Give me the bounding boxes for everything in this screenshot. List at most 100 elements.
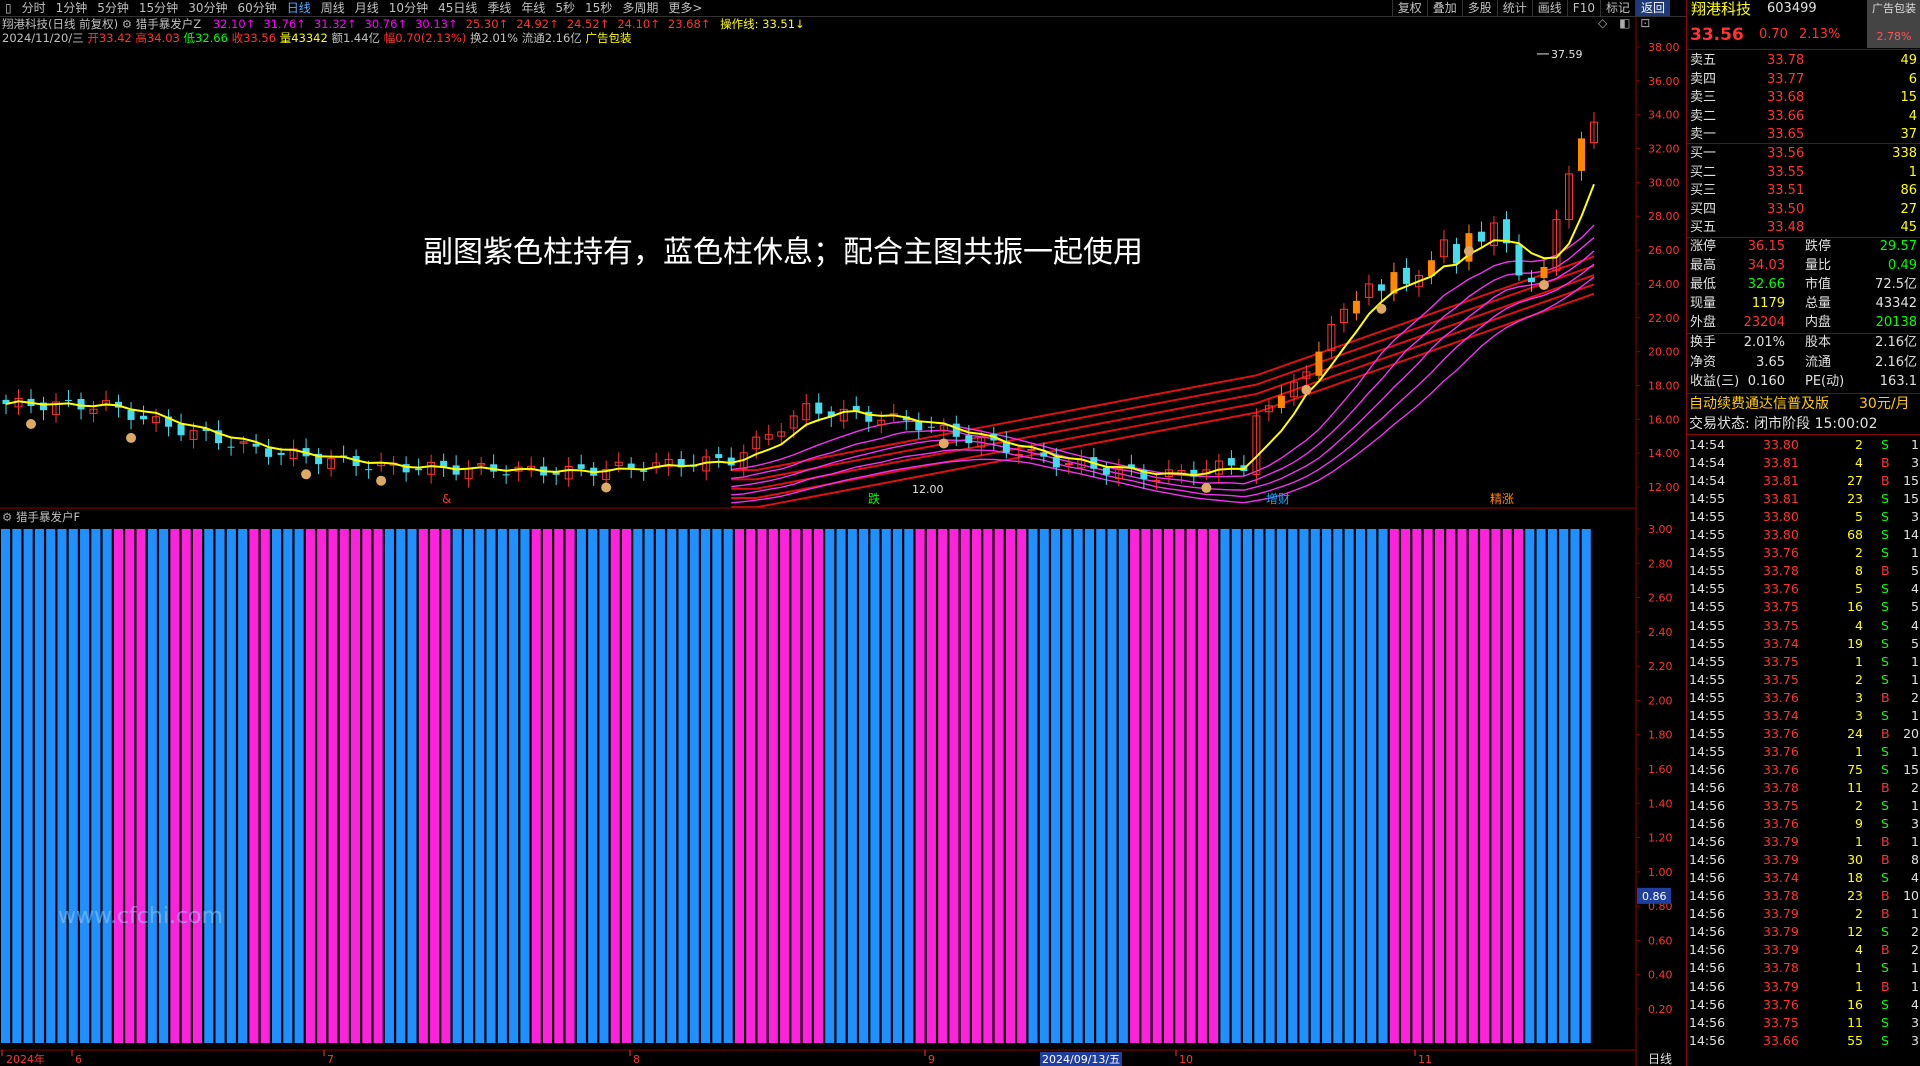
trade-time: 14:55: [1689, 743, 1726, 759]
candle-body: [1527, 277, 1535, 283]
signal-marker: [26, 419, 37, 430]
signal-bar: [113, 529, 123, 1043]
signal-bar: [904, 529, 914, 1043]
signal-bar: [1073, 529, 1083, 1043]
time-tick-label: 11: [1418, 1053, 1432, 1066]
candle-body: [1540, 267, 1548, 279]
signal-bar: [757, 529, 767, 1043]
candle-body: [1502, 219, 1510, 244]
stat-value: 43342: [1875, 296, 1917, 311]
trade-count: 8: [1911, 852, 1919, 868]
signal-bar: [926, 529, 936, 1043]
trade-time: 14:55: [1689, 527, 1726, 543]
trade-count: 1: [1911, 960, 1919, 976]
y-tick-label: 36.00: [1648, 75, 1680, 88]
stat-row: 收益(三) 0.160 PE(动) 163.1: [1687, 373, 1920, 391]
trade-volume: 1: [1855, 653, 1863, 669]
sub-indicator-name[interactable]: 猎手暴发户F: [16, 510, 80, 524]
y-tick-label: 32.00: [1648, 143, 1680, 156]
trade-time: 14:55: [1689, 725, 1726, 741]
trade-count: 15: [1903, 761, 1919, 777]
trade-side: S: [1881, 671, 1889, 687]
bid-row[interactable]: 买五 33.48 45: [1687, 219, 1920, 237]
ask-row[interactable]: 卖一 33.65 37: [1687, 126, 1920, 144]
signal-bar: [1220, 529, 1230, 1043]
trade-price: 33.80: [1763, 527, 1799, 543]
signal-bar: [780, 529, 790, 1043]
signal-marker: [601, 482, 612, 493]
signal-bar: [1299, 529, 1309, 1043]
book-label: 买二: [1690, 164, 1717, 180]
ask-row[interactable]: 卖三 33.68 15: [1687, 89, 1920, 107]
promo-price: 30元/月: [1859, 396, 1910, 412]
ask-row[interactable]: 卖四 33.77 6: [1687, 71, 1920, 89]
book-volume: 27: [1900, 201, 1917, 217]
signal-bar: [80, 529, 90, 1043]
trade-side: S: [1881, 545, 1889, 561]
trade-row: 14:55 33.80 5 S 3: [1687, 508, 1920, 526]
trade-price: 33.80: [1763, 509, 1799, 525]
trade-side: S: [1881, 599, 1889, 615]
trade-side: S: [1881, 743, 1889, 759]
stat-label: 总量: [1805, 296, 1832, 311]
book-label: 卖三: [1690, 90, 1717, 105]
bid-row[interactable]: 买四 33.50 27: [1687, 201, 1920, 219]
candle-body: [365, 469, 373, 471]
trade-count: 15: [1903, 491, 1919, 507]
trade-count: 3: [1911, 455, 1919, 471]
sub-gear-icon[interactable]: ⚙: [2, 510, 12, 524]
stat-label: 内盘: [1805, 315, 1832, 330]
signal-bar: [1468, 529, 1478, 1043]
signal-bar: [170, 529, 180, 1043]
trade-volume: 12: [1847, 924, 1863, 940]
bid-row[interactable]: 买三 33.51 86: [1687, 182, 1920, 200]
trade-count: 1: [1911, 834, 1919, 850]
trade-volume: 9: [1855, 816, 1863, 832]
signal-bar: [1141, 529, 1151, 1043]
bid-row[interactable]: 买二 33.55 1: [1687, 164, 1920, 182]
signal-bar: [1322, 529, 1332, 1043]
ask-row[interactable]: 卖二 33.66 4: [1687, 108, 1920, 126]
book-volume: 45: [1900, 220, 1917, 235]
y-tick-label: 30.00: [1648, 176, 1680, 189]
promo-row[interactable]: 自动续费通达信普及版 30元/月: [1687, 395, 1920, 413]
time-tick-label: 6: [75, 1053, 82, 1066]
kline-chart[interactable]: 37.59 12.00 & 跌 增财 精涨 38.00 36.00 34.00 32.00 30.…: [0, 0, 1686, 1066]
trade-time: 14:56: [1689, 960, 1726, 976]
trade-count: 3: [1911, 816, 1919, 832]
trade-row: 14:55 33.74 3 S 1: [1687, 707, 1920, 725]
stat-label: 涨停: [1690, 239, 1717, 254]
signal-bar: [430, 529, 440, 1043]
y-tick-label: 18.00: [1648, 379, 1680, 392]
trade-price: 33.78: [1763, 563, 1799, 579]
signal-bar: [23, 529, 33, 1043]
candle-body: [577, 464, 585, 469]
signal-bar: [486, 529, 496, 1043]
bid-row[interactable]: 买一 33.56 338: [1687, 145, 1920, 163]
signal-bar: [46, 529, 56, 1043]
candle-body: [415, 468, 423, 471]
trade-price: 33.75: [1763, 671, 1799, 687]
stat-label: 最低: [1690, 277, 1717, 292]
stat-value: 3.65: [1756, 354, 1785, 370]
ask-row[interactable]: 卖五 33.78 49: [1687, 52, 1920, 70]
candle-body: [640, 470, 648, 472]
trade-time: 14:55: [1689, 581, 1726, 597]
signal-bar: [418, 529, 428, 1043]
stat-label: 现量: [1690, 296, 1717, 311]
trade-price: 33.81: [1763, 455, 1799, 471]
y-tick-label: 22.00: [1648, 312, 1680, 325]
candle-body: [1452, 244, 1460, 264]
book-price: 33.78: [1767, 53, 1805, 68]
trade-price: 33.79: [1763, 852, 1799, 868]
trade-count: 4: [1911, 617, 1919, 633]
stat-value: 2.01%: [1743, 335, 1785, 350]
trade-count: 5: [1911, 599, 1919, 615]
trade-row: 14:55 33.76 24 B 20: [1687, 725, 1920, 743]
signal-bar: [791, 529, 801, 1043]
stat-row: 最高 34.03 量比 0.49: [1687, 257, 1920, 275]
trade-price: 33.66: [1763, 1032, 1799, 1048]
trade-price: 33.76: [1763, 816, 1799, 832]
trade-time: 14:55: [1689, 653, 1726, 669]
book-price: 33.77: [1767, 71, 1805, 87]
